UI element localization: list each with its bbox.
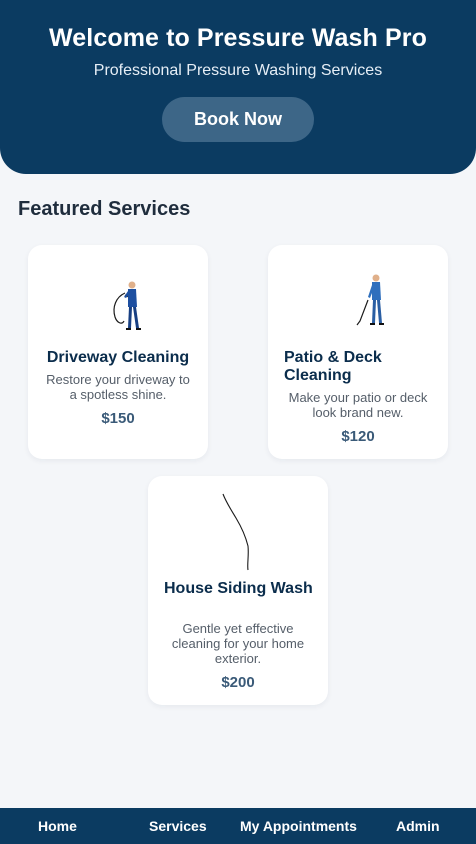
hero-subtitle: Professional Pressure Washing Services <box>93 62 383 79</box>
pressure-washer-worker-icon <box>356 274 384 326</box>
hose-line-icon <box>222 493 249 571</box>
book-now-button[interactable]: Book Now <box>162 97 314 142</box>
service-description: Restore your driveway to a spotless shin… <box>46 372 190 402</box>
pressure-washer-worker-icon <box>113 281 141 330</box>
hero-banner: Welcome to Pressure Wash Pro Professiona… <box>0 0 476 174</box>
hero-title: Welcome to Pressure Wash Pro <box>49 24 427 52</box>
service-image <box>268 245 448 345</box>
service-image <box>148 476 328 576</box>
service-description: Make your patio or deck look brand new. <box>288 390 428 420</box>
service-image <box>28 245 208 345</box>
bottom-navigation: Home Services My Appointments Admin <box>0 808 476 844</box>
app-page: Welcome to Pressure Wash Pro Professiona… <box>0 0 476 844</box>
nav-services[interactable]: Services <box>149 818 207 834</box>
service-title: Driveway Cleaning <box>46 349 190 366</box>
service-price: $150 <box>101 410 135 427</box>
service-card-house-siding[interactable]: House Siding Wash Gentle yet effective c… <box>148 476 328 705</box>
service-title: Patio & Deck Cleaning <box>284 349 382 384</box>
service-price: $120 <box>341 428 375 445</box>
service-card-driveway[interactable]: Driveway Cleaning Restore your driveway … <box>28 245 208 459</box>
featured-services-heading: Featured Services <box>18 198 191 220</box>
service-price: $200 <box>221 674 255 691</box>
service-card-patio-deck[interactable]: Patio & Deck Cleaning Make your patio or… <box>268 245 448 459</box>
nav-home[interactable]: Home <box>38 818 77 834</box>
nav-my-appointments[interactable]: My Appointments <box>240 818 357 834</box>
nav-admin[interactable]: Admin <box>396 818 440 834</box>
service-title: House Siding Wash <box>164 580 313 597</box>
service-description: Gentle yet effective cleaning for your h… <box>171 621 305 666</box>
